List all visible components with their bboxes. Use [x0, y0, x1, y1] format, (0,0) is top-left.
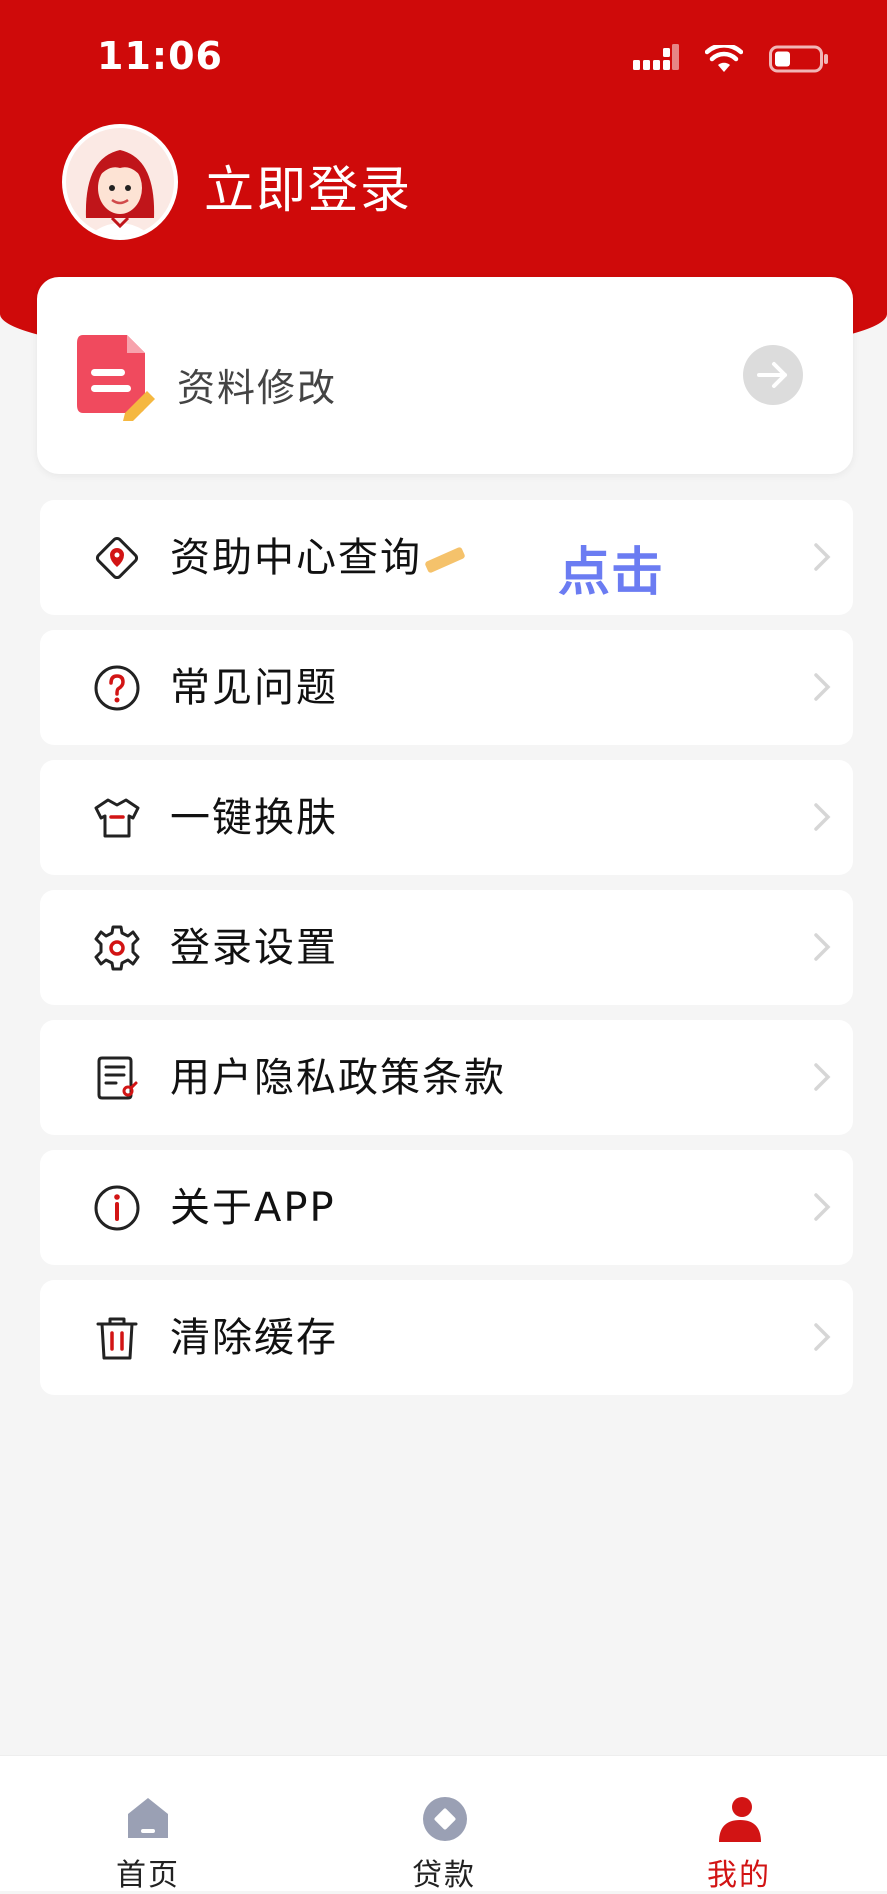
chevron-right-icon — [814, 673, 831, 701]
shirt-icon — [94, 798, 140, 838]
profile-edit-card[interactable]: 资料修改 — [37, 277, 853, 474]
chevron-right-icon — [814, 543, 831, 571]
tab-mine[interactable]: 我的 — [679, 1756, 799, 1893]
person-icon — [719, 1797, 761, 1842]
tab-label: 首页 — [116, 1858, 180, 1893]
chevron-right-icon — [814, 933, 831, 961]
menu-label: 资助中心查询 — [170, 535, 422, 581]
question-circle-icon — [94, 665, 140, 711]
avatar[interactable] — [62, 124, 178, 240]
menu-item-clear-cache[interactable]: 清除缓存 — [40, 1280, 853, 1395]
arrow-right-icon — [757, 362, 787, 388]
tab-loan[interactable]: 贷款 — [384, 1756, 504, 1893]
bottom-tab-bar: 首页 贷款 我的 — [0, 1755, 887, 1893]
menu-item-change-skin[interactable]: 一键换肤 — [40, 760, 853, 875]
menu-label: 一键换肤 — [170, 795, 338, 841]
status-icons — [633, 44, 829, 74]
trash-icon — [96, 1317, 138, 1360]
tab-label: 贷款 — [412, 1858, 476, 1893]
menu-item-faq[interactable]: 常见问题 — [40, 630, 853, 745]
menu-item-privacy-policy[interactable]: 用户隐私政策条款 — [40, 1020, 853, 1135]
menu-item-login-settings[interactable]: 登录设置 — [40, 890, 853, 1005]
pencil-mark — [424, 546, 466, 574]
gear-icon — [94, 925, 140, 971]
click-hint: 点击 — [558, 543, 665, 603]
tab-label: 我的 — [707, 1858, 771, 1893]
loan-icon — [423, 1797, 467, 1841]
menu-label: 登录设置 — [170, 925, 338, 971]
menu-item-aid-center-query[interactable]: 资助中心查询 点击 — [40, 500, 853, 615]
chevron-right-icon — [814, 1323, 831, 1351]
location-diamond-icon — [95, 536, 139, 580]
menu-label: 常见问题 — [170, 665, 338, 711]
status-time: 11:06 — [97, 34, 223, 78]
avatar-illustration — [85, 150, 155, 236]
battery-icon — [769, 45, 828, 73]
document-edit-icon — [77, 335, 155, 421]
status-bar: 11:06 — [0, 0, 887, 120]
login-link[interactable]: 立即登录 — [204, 150, 412, 222]
chevron-right-icon — [814, 1063, 831, 1091]
chevron-right-icon — [814, 1193, 831, 1221]
home-icon — [128, 1798, 168, 1838]
menu-label: 关于APP — [170, 1185, 336, 1231]
profile-edit-arrow[interactable] — [743, 345, 803, 405]
info-circle-icon — [94, 1185, 140, 1231]
profile-edit-label: 资料修改 — [177, 366, 338, 410]
menu-item-about-app[interactable]: 关于APP — [40, 1150, 853, 1265]
menu-label: 用户隐私政策条款 — [170, 1055, 506, 1101]
chevron-right-icon — [814, 803, 831, 831]
document-icon — [97, 1056, 138, 1100]
signal-icon — [633, 44, 679, 70]
wifi-icon — [705, 45, 743, 72]
tab-home[interactable]: 首页 — [88, 1756, 208, 1893]
menu-label: 清除缓存 — [170, 1315, 338, 1361]
